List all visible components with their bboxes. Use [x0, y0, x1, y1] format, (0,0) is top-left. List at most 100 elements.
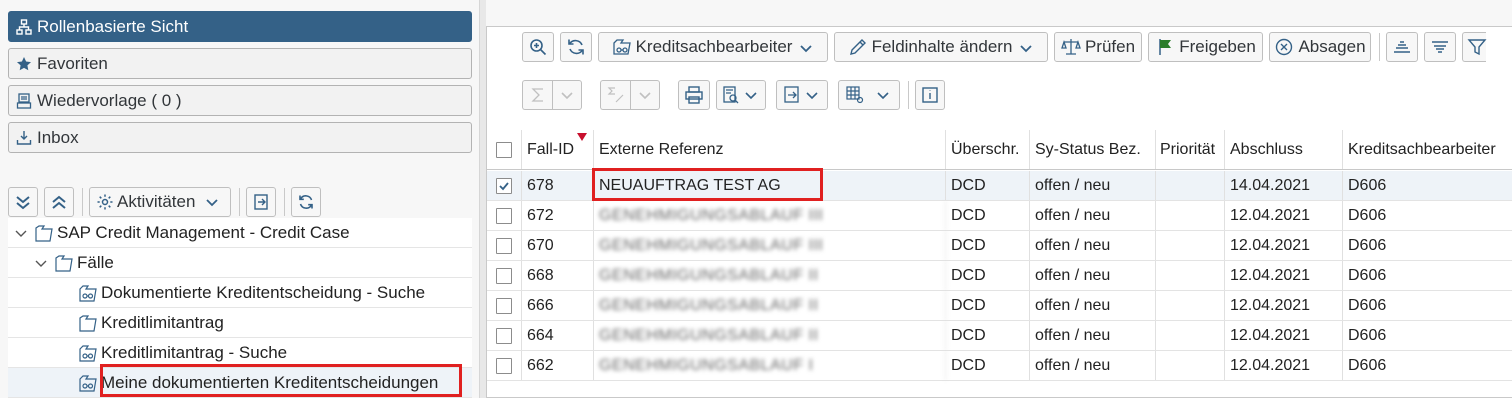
cell-id: 668: [522, 261, 594, 290]
export-button[interactable]: [246, 187, 276, 217]
table-row[interactable]: 662 GENEHMIGUNGSABLAUF I DCD offen / neu 12.…: [487, 351, 1512, 381]
row-checkbox[interactable]: [496, 207, 512, 224]
cell-value: 678: [527, 176, 554, 194]
nav-inbox-button[interactable]: Inbox: [8, 122, 472, 153]
cell-id: 664: [522, 321, 594, 350]
cell-id: 678: [522, 171, 594, 200]
cell-value: 12.04.2021: [1230, 236, 1311, 254]
cell-ksb: D606: [1343, 231, 1512, 260]
cell-value: DCD: [951, 356, 986, 374]
table-row[interactable]: 664 GENEHMIGUNGSABLAUF II DCD offen / neu 12…: [487, 321, 1512, 351]
row-checkbox[interactable]: [496, 237, 512, 254]
row-checkbox[interactable]: [496, 297, 512, 314]
refresh-tree-button[interactable]: [291, 187, 321, 217]
column-header-kreditsachbearbeiter[interactable]: Kreditsachbearbeiter: [1343, 130, 1512, 169]
column-header-label: Priorität: [1160, 140, 1216, 158]
select-all-cell: [487, 130, 522, 169]
subtotal-split-button: [600, 80, 666, 110]
layout-dropdown[interactable]: [838, 80, 900, 110]
column-header-externe-referenz[interactable]: Externe Referenz: [594, 130, 946, 169]
cell-value: offen / neu: [1035, 206, 1111, 224]
filter-button[interactable]: [1462, 32, 1487, 62]
cell-value: DCD: [951, 326, 986, 344]
row-checkbox[interactable]: [496, 357, 512, 374]
navigation-tree: SAP Credit Management - Credit Case Fälle…: [8, 218, 472, 398]
column-header-ueberschr[interactable]: Überschr.: [946, 130, 1030, 169]
release-button[interactable]: Freigeben: [1148, 32, 1263, 62]
credit-analyst-dropdown[interactable]: Kreditsachbearbeiter: [598, 32, 828, 62]
print-preview-dropdown[interactable]: [716, 80, 766, 110]
subtotal-dropdown-button[interactable]: [630, 80, 660, 110]
magnifier-icon: [528, 37, 548, 57]
cell-value: GENEHMIGUNGSABLAUF II: [599, 326, 819, 344]
toolbar-separator: [82, 188, 83, 216]
tree-item-label: Kreditlimitantrag - Suche: [101, 342, 288, 362]
sort-ascending-button[interactable]: [1386, 32, 1418, 62]
pencil-icon: [848, 37, 868, 57]
tree-item[interactable]: SAP Credit Management - Credit Case: [8, 218, 472, 248]
row-checkbox[interactable]: [496, 327, 512, 344]
sum-button[interactable]: [522, 80, 552, 110]
activities-dropdown[interactable]: Aktivitäten: [89, 187, 231, 217]
nav-favorites-button[interactable]: Favoriten: [8, 48, 472, 79]
sum-dropdown-button[interactable]: [552, 80, 582, 110]
column-header-abschluss[interactable]: Abschluss: [1225, 130, 1343, 169]
print-button[interactable]: [678, 80, 710, 110]
tree-item[interactable]: Meine dokumentierten Kreditentscheidunge…: [8, 368, 472, 398]
cell-status: offen / neu: [1030, 261, 1156, 290]
table-row[interactable]: 672 GENEHMIGUNGSABLAUF III DCD offen / neu 1…: [487, 201, 1512, 231]
reject-button[interactable]: Absagen: [1269, 32, 1371, 62]
cell-value: GENEHMIGUNGSABLAUF II: [599, 266, 819, 284]
table-row[interactable]: 668 GENEHMIGUNGSABLAUF II DCD offen / neu 12…: [487, 261, 1512, 291]
refresh-button[interactable]: [560, 32, 592, 62]
column-header-prioritaet[interactable]: Priorität: [1156, 130, 1225, 169]
search-folder-icon: [78, 284, 98, 302]
chevron-down-icon[interactable]: [14, 226, 28, 240]
chevron-down-icon: [798, 39, 814, 55]
chevron-down-icon[interactable]: [34, 256, 48, 270]
folder-open-icon: [34, 224, 54, 242]
zoom-button[interactable]: [522, 32, 554, 62]
subtotal-button[interactable]: [600, 80, 630, 110]
select-all-checkbox[interactable]: [496, 141, 512, 158]
tree-item[interactable]: Dokumentierte Kreditentscheidung - Suche: [8, 278, 472, 308]
cell-ksb: D606: [1343, 291, 1512, 320]
table-row[interactable]: 670 GENEHMIGUNGSABLAUF III DCD offen / neu 1…: [487, 231, 1512, 261]
info-button[interactable]: [915, 80, 945, 110]
nav-button-label: Rollenbasierte Sicht: [37, 16, 189, 36]
sort-descending-button[interactable]: [1424, 32, 1456, 62]
nav-role-based-view-button[interactable]: Rollenbasierte Sicht: [8, 11, 472, 42]
tree-item[interactable]: Kreditlimitantrag: [8, 308, 472, 338]
cell-value: D606: [1348, 176, 1387, 194]
tree-item[interactable]: Fälle: [8, 248, 472, 278]
cell-value: DCD: [951, 176, 986, 194]
cell-status: offen / neu: [1030, 321, 1156, 350]
table-row[interactable]: 666 GENEHMIGUNGSABLAUF II DCD offen / neu 12…: [487, 291, 1512, 321]
pane-splitter[interactable]: [479, 0, 486, 398]
cell-value: 662: [527, 356, 554, 374]
cell-value: D606: [1348, 296, 1387, 314]
cell-ueberschr: DCD: [946, 321, 1030, 350]
grid-settings-icon: [845, 85, 865, 105]
cell-abschluss: 12.04.2021: [1225, 321, 1343, 350]
check-button[interactable]: Prüfen: [1054, 32, 1142, 62]
collapse-all-button[interactable]: [44, 187, 74, 217]
nav-resubmission-button[interactable]: Wiedervorlage ( 0 ): [8, 85, 472, 116]
row-select-cell: [487, 321, 522, 350]
tree-item[interactable]: Kreditlimitantrag - Suche: [8, 338, 472, 368]
change-field-contents-dropdown[interactable]: Feldinhalte ändern: [834, 32, 1048, 62]
tree-item-label: Dokumentierte Kreditentscheidung - Suche: [101, 282, 426, 302]
column-header-fall-id[interactable]: Fall-ID: [522, 130, 594, 169]
chevron-down-icon: [741, 85, 761, 105]
expand-all-button[interactable]: [8, 187, 38, 217]
row-select-cell: [487, 201, 522, 230]
export-dropdown[interactable]: [776, 80, 828, 110]
column-header-label: Überschr.: [951, 140, 1020, 158]
subtotal-icon: [606, 85, 626, 105]
row-checkbox[interactable]: [496, 267, 512, 284]
table-row[interactable]: 678 NEUAUFTRAG TEST AG DCD offen / neu 14.04…: [487, 171, 1512, 201]
column-header-status[interactable]: Sy-Status Bez.: [1030, 130, 1156, 169]
cell-value: offen / neu: [1035, 326, 1111, 344]
cell-value: 14.04.2021: [1230, 176, 1311, 194]
row-checkbox[interactable]: [496, 177, 512, 194]
